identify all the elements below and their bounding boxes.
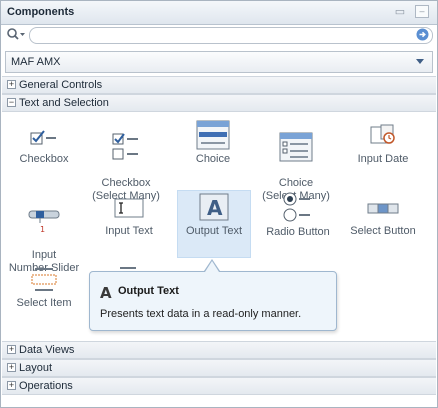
svg-text:1: 1	[40, 225, 45, 234]
expand-icon: +	[7, 79, 16, 89]
select-item-icon	[31, 268, 57, 291]
section-text-and-selection[interactable]: − Text and Selection	[2, 94, 436, 112]
palette-item-input-text[interactable]: Input Text	[93, 195, 165, 238]
radio-button-icon	[283, 192, 310, 222]
input-text-icon	[114, 198, 144, 218]
section-label: Layout	[19, 362, 53, 374]
expand-icon: +	[7, 362, 16, 372]
chevron-down-icon	[416, 59, 424, 64]
item-label: Radio Button	[266, 226, 330, 238]
select-button-icon	[367, 203, 399, 214]
library-selected-value: MAF AMX	[11, 56, 61, 68]
palette-item-choice[interactable]: Choice	[177, 119, 249, 166]
choice-select-many-icon	[279, 132, 313, 162]
expand-icon: +	[7, 344, 16, 354]
output-text-icon: A	[199, 193, 229, 221]
panel-title: Components	[7, 6, 75, 18]
item-label: Select Item	[16, 297, 72, 309]
collapse-icon: −	[7, 97, 16, 107]
search-input[interactable]	[29, 27, 433, 44]
output-text-icon: A	[100, 284, 112, 300]
components-panel: Components ▭ – MAF AMX + General Control…	[0, 0, 438, 408]
input-date-icon	[370, 124, 395, 144]
palette-item-output-text[interactable]: A Output Text	[177, 190, 251, 258]
tooltip-pointer-fill	[205, 261, 219, 272]
panel-titlebar: Components ▭ –	[1, 1, 437, 25]
svg-text:A: A	[100, 284, 112, 300]
palette-item-select-item[interactable]: Select Item	[8, 265, 80, 310]
expand-icon: +	[7, 380, 16, 390]
restore-icon[interactable]: ▭	[393, 5, 407, 19]
section-layout[interactable]: + Layout	[2, 359, 436, 377]
checkbox-select-many-icon	[112, 133, 138, 160]
search-icon[interactable]	[6, 27, 26, 42]
palette-item-checkbox[interactable]: Checkbox	[8, 123, 80, 166]
item-label: Input Text	[105, 225, 153, 237]
input-number-slider-icon: 1	[28, 210, 60, 234]
checkbox-icon	[30, 130, 56, 145]
tooltip-description: Presents text data in a read-only manner…	[100, 308, 302, 320]
item-label: Input Date	[357, 153, 409, 165]
section-label: Operations	[19, 380, 73, 392]
palette-item-input-date[interactable]: Input Date	[347, 123, 419, 166]
palette-item-select-button[interactable]: Select Button	[347, 195, 419, 238]
section-general-controls[interactable]: + General Controls	[2, 76, 436, 94]
go-icon[interactable]	[416, 28, 429, 41]
section-operations[interactable]: + Operations	[2, 377, 436, 395]
item-label: Select Button	[350, 225, 416, 237]
library-select[interactable]: MAF AMX	[5, 51, 433, 73]
minimize-icon[interactable]: –	[415, 5, 429, 18]
section-label: Data Views	[19, 344, 75, 356]
tooltip-title: Output Text	[118, 285, 179, 297]
choice-icon	[196, 120, 230, 150]
search-row	[5, 26, 435, 44]
tooltip: A Output Text Presents text data in a re…	[89, 271, 337, 331]
section-label: General Controls	[19, 79, 103, 91]
item-label: Checkbox	[19, 153, 69, 165]
svg-text:A: A	[207, 196, 223, 220]
section-data-views[interactable]: + Data Views	[2, 341, 436, 359]
section-label: Text and Selection	[19, 97, 109, 109]
palette-item-radio-button[interactable]: Radio Button	[262, 190, 334, 239]
item-label: Choice	[195, 153, 231, 165]
item-label: Output Text	[185, 225, 243, 237]
